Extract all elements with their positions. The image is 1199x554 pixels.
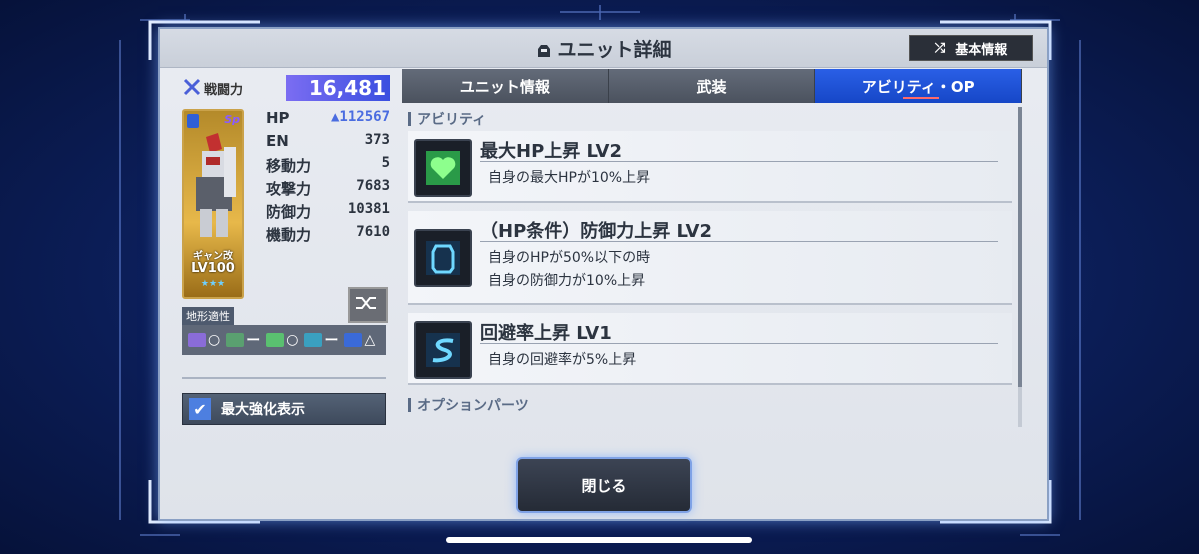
ability-desc-line: 自身の最大HPが10%上昇 [488,170,651,186]
stat-en: EN 373 [266,132,390,155]
stat-value: 5 [381,155,390,171]
page-title-text: ユニット詳細 [557,39,672,61]
tab-label: ユニット情報 [459,77,550,96]
ability-name: 最大HP上昇 LV2 [480,141,622,162]
stat-label: 防御力 [266,203,312,221]
combat-power-value: 16,481 [286,75,390,101]
section-option-parts: オプションパーツ [408,393,1012,417]
ability-divider [480,343,998,344]
sp-badge: Sp [224,113,240,126]
terrain-label: 地形適性 [182,307,234,325]
ability-name: 回避率上昇 LV1 [480,323,612,344]
combat-power-label: 戦闘力 [204,83,244,98]
ability-desc: 自身の回避率が5%上昇 [488,349,636,372]
divider [182,377,386,379]
terrain-space: ○ [188,332,220,348]
ability-list[interactable]: アビリティ 最大HP上昇 LV2 自身の最大HPが10%上昇 （HP条件）防御力… [408,107,1012,437]
ability-item[interactable]: 回避率上昇 LV1 自身の回避率が5%上昇 [408,313,1012,385]
shield-icon [414,229,472,287]
stat-label: EN [266,132,289,150]
swap-unit-button[interactable] [348,287,388,323]
stat-value: 7683 [356,178,390,194]
stat-value: 373 [364,132,390,148]
scrollbar[interactable] [1018,107,1022,427]
shuffle-icon: ⤮ [934,40,946,56]
basic-info-button[interactable]: ⤮ 基本情報 [909,35,1033,61]
ability-desc: 自身の最大HPが10%上昇 [488,167,650,190]
ground-icon [266,333,285,347]
terrain-water: ー [304,330,338,350]
unit-detail-panel: ユニット詳細 ⤮ 基本情報 戦闘力 16,481 Sp ギャン改 LV100 ★… [158,27,1049,521]
space-icon [188,333,206,347]
heart-icon [414,139,472,197]
detail-area: ユニット情報 武装 アビリティ・OP アビリティ 最大HP上昇 LV2 自身の最… [402,69,1023,437]
stats-list: HP ▲112567 EN 373 移動力 5 攻撃力 7683 防御力 103… [266,109,390,247]
tab-bar: ユニット情報 武装 アビリティ・OP [402,69,1023,103]
ability-desc: 自身のHPが50%以下の時 自身の防御力が10%上昇 [488,247,650,293]
terrain-grade: ー [324,333,339,349]
ability-name: （HP条件）防御力上昇 LV2 [480,221,712,242]
terrain-underwater: △ [344,332,375,348]
stat-label: HP [266,109,290,127]
air-icon [226,333,245,347]
checkmark-icon: ✔ [189,398,211,420]
hp-value: 112567 [339,109,390,125]
active-tab-indicator [903,97,940,99]
shuffle-icon [356,297,376,309]
stat-label: 移動力 [266,157,312,175]
ability-item[interactable]: （HP条件）防御力上昇 LV2 自身のHPが50%以下の時 自身の防御力が10%… [408,211,1012,305]
star-rating: ★★★ [200,279,226,289]
tab-label: 武装 [696,77,727,96]
water-icon [304,333,323,347]
stat-defense: 防御力 10381 [266,201,390,224]
unit-summary: 戦闘力 16,481 Sp ギャン改 LV100 ★★★ HP ▲112567 [182,75,390,425]
stat-move: 移動力 5 [266,155,390,178]
terrain-grade: △ [364,332,376,348]
ability-desc-line: 自身の回避率が5%上昇 [488,352,637,368]
ability-divider [480,241,998,242]
close-button[interactable]: 閉じる [516,457,692,513]
ability-desc-line: 自身の防御力が10%上昇 [488,273,646,289]
rank-badge [187,114,199,128]
stat-label: 機動力 [266,226,312,244]
unit-level: LV100 [191,261,235,276]
max-enhance-label: 最大強化表示 [221,402,305,418]
terrain-grade: ○ [286,332,299,348]
combat-power-row: 戦闘力 16,481 [182,75,390,101]
stat-hp: HP ▲112567 [266,109,390,132]
stat-value: 7610 [356,224,390,240]
unit-portrait [196,133,236,237]
tab-label: アビリティ・OP [861,77,975,96]
unit-name: ギャン改 [193,251,233,262]
max-enhance-toggle[interactable]: ✔ 最大強化表示 [182,393,386,425]
terrain-grade: ー [246,333,261,349]
terrain-ground: ○ [266,332,298,348]
terrain-grade: ○ [208,332,221,348]
tab-unit-info[interactable]: ユニット情報 [402,69,609,103]
stat-label: 攻撃力 [266,180,312,198]
ability-divider [480,161,998,162]
ability-item[interactable]: 最大HP上昇 LV2 自身の最大HPが10%上昇 [408,131,1012,203]
stat-value: ▲112567 [330,109,390,125]
evasion-icon [414,321,472,379]
crossed-swords-icon [183,78,201,96]
tab-weapons[interactable]: 武装 [608,69,816,103]
terrain-adaptability: ○ ー ○ ー △ [182,325,386,355]
terrain-air: ー [226,330,260,350]
stat-value: 10381 [347,201,390,217]
home-indicator[interactable] [446,537,752,543]
title-bar: ユニット詳細 ⤮ 基本情報 [160,29,1047,68]
section-ability: アビリティ [408,107,1012,131]
stat-attack: 攻撃力 7683 [266,178,390,201]
unit-card[interactable]: Sp ギャン改 LV100 ★★★ [182,109,244,299]
underwater-icon [344,333,363,347]
tab-ability-op[interactable]: アビリティ・OP [815,69,1023,103]
basic-info-label: 基本情報 [955,42,1008,58]
scroll-thumb[interactable] [1018,107,1022,387]
mech-head-icon [538,45,551,57]
ability-desc-line: 自身のHPが50%以下の時 [488,250,651,266]
stat-mobility: 機動力 7610 [266,224,390,247]
